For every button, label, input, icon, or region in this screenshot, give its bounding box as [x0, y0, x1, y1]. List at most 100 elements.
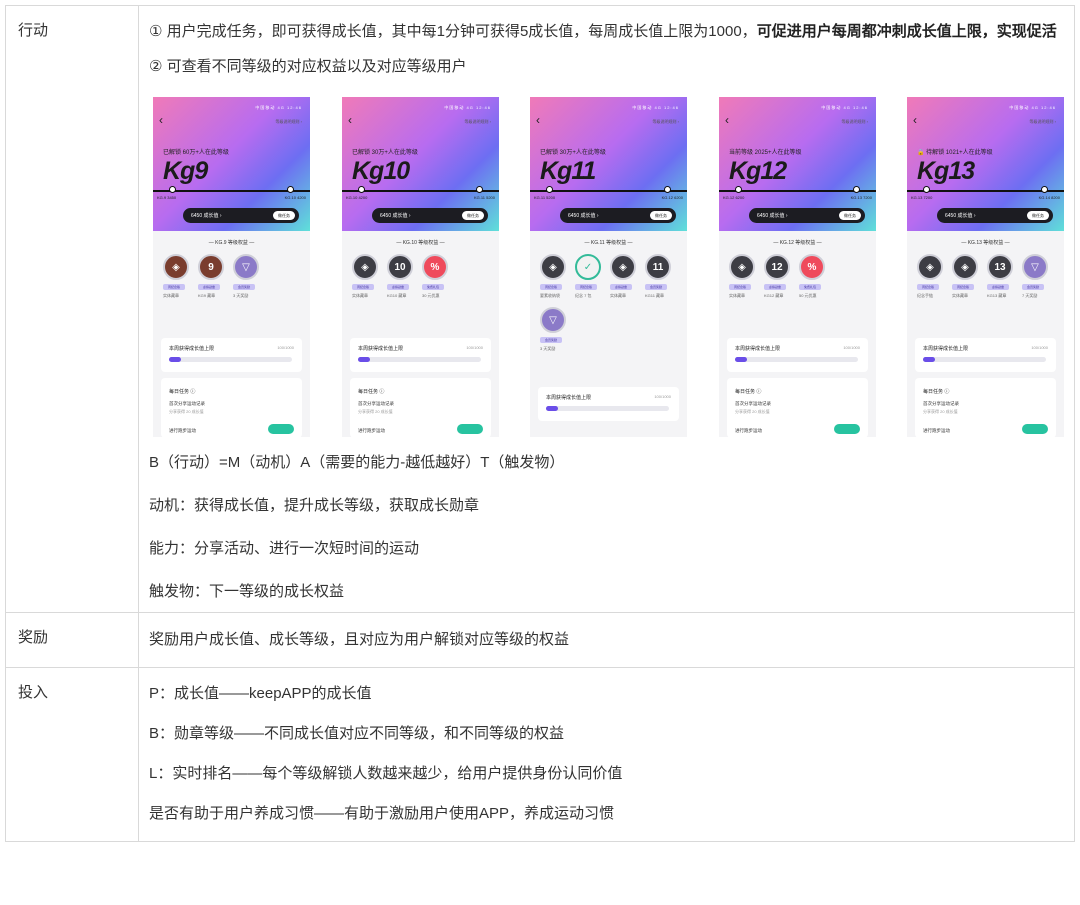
go-button[interactable]	[1022, 424, 1048, 434]
level-title: Kg9	[163, 157, 208, 185]
benefit-item[interactable]: ◈ 周纪念版 要素收纳袋	[540, 254, 569, 299]
benefit-desc: KG10 藏章	[387, 293, 407, 298]
task-sub: 分享获得 20 成长值	[169, 409, 204, 414]
task-item: 首次分享运动记录	[358, 401, 394, 406]
badge-icon: ◈	[952, 254, 978, 280]
back-icon[interactable]: ‹	[536, 113, 540, 127]
rules-link[interactable]: 等级说明规则 ›	[465, 119, 491, 125]
level-header: 中国移动 4G 12:46 ‹ 等级说明规则 › 已解锁 30万+人在此等级 Kg10 K…	[342, 97, 499, 231]
badge-icon: ▽	[1022, 254, 1048, 280]
benefit-item[interactable]: ◈ 周纪念版 实体藏章	[952, 254, 981, 299]
benefit-item[interactable]: ◈ 周纪念版 纪念手链	[917, 254, 946, 299]
benefit-item[interactable]: ◈ 周纪念版 实体藏章	[352, 254, 381, 299]
benefit-item[interactable]: % 免费礼包 30 元优惠	[422, 254, 451, 299]
level-state: 当前等级 2025+人在此等级	[729, 150, 802, 156]
level-node	[735, 186, 742, 193]
level-header: 中国移动 4G 12:46 ‹ 等级说明规则 › 已解锁 60万+人在此等级 Kg9 KG…	[153, 97, 310, 231]
back-icon[interactable]: ‹	[348, 113, 352, 127]
benefit-item[interactable]: ✓ 周纪念版 纪念 7 包	[575, 254, 604, 299]
benefit-item[interactable]: ◈ 周纪念版 实体藏章	[729, 254, 758, 299]
weekly-cap-count: 100/1000	[843, 345, 860, 350]
benefit-item[interactable]: ▽ 会员奖励 3 天奖励	[540, 307, 569, 352]
rules-link[interactable]: 等级说明规则 ›	[276, 119, 302, 125]
phone-screenshot: 中国移动 4G 12:46 ‹ 等级说明规则 › 🔒 待解锁 1021+人在此等级 Kg…	[907, 97, 1064, 437]
weekly-cap-card: 本周获得成长值上限 100/1000	[161, 338, 302, 372]
task-more: 进行跑步运动	[358, 428, 385, 433]
benefit-desc: 实体藏章	[952, 293, 968, 298]
daily-task-title: 每日任务 ⓘ	[358, 389, 385, 395]
level-ticks: KG.10 4200 KG.11 5200	[346, 195, 495, 200]
growth-value-pill[interactable]: 6450 成长值 › 做任务	[560, 208, 676, 223]
weekly-cap-bar	[735, 357, 858, 362]
benefit-item[interactable]: ▽ 会员奖励 7 天奖励	[1022, 254, 1051, 299]
daily-task-title: 每日任务 ⓘ	[923, 389, 950, 395]
benefit-item[interactable]: 12 虚拟勋章 KG12 藏章	[764, 254, 793, 299]
level-state: 已解锁 30万+人在此等级	[352, 150, 418, 156]
level-title: Kg11	[540, 157, 596, 185]
growth-value-pill[interactable]: 6450 成长值 › 做任务	[937, 208, 1053, 223]
benefit-tag: 周纪念版	[540, 284, 562, 290]
do-task-button[interactable]: 做任务	[462, 211, 484, 220]
paragraph-2: ② 可查看不同等级的对应权益以及对应等级用户	[149, 58, 467, 75]
weekly-cap-title: 本周获得成长值上限	[358, 346, 404, 352]
paragraph-bold: 可促进用户每周都冲刺成长值上限，实现促活	[756, 23, 1057, 40]
badge-icon: ◈	[917, 254, 943, 280]
level-node	[546, 186, 553, 193]
weekly-cap-fill	[169, 357, 182, 362]
ability-line: 能力：分享活动、进行一次短时间的运动	[149, 540, 420, 557]
benefit-desc: 3 天奖励	[233, 293, 249, 298]
go-button[interactable]	[268, 424, 294, 434]
benefit-tag: 虚拟勋章	[764, 284, 786, 290]
task-item: 首次分享运动记录	[923, 401, 959, 406]
benefit-badges: ◈ 周纪念版 实体藏章 12 虚拟勋章 KG12 藏章% 免费礼包 50 元优惠	[719, 246, 876, 299]
badge-icon: ▽	[233, 254, 259, 280]
motivation-line: 动机：获得成长值，提升成长等级，获取成长勋章	[149, 497, 480, 514]
growth-value-pill[interactable]: 6450 成长值 › 做任务	[372, 208, 488, 223]
back-icon[interactable]: ‹	[725, 113, 729, 127]
benefit-item[interactable]: ▽ 会员奖励 3 天奖励	[233, 254, 262, 299]
rules-link[interactable]: 等级说明规则 ›	[653, 119, 679, 125]
level-title: Kg13	[917, 157, 975, 185]
benefit-item[interactable]: 13 虚拟勋章 KG13 藏章	[987, 254, 1016, 299]
rules-link[interactable]: 等级说明规则 ›	[1030, 119, 1056, 125]
benefit-item[interactable]: 10 虚拟勋章 KG10 藏章	[387, 254, 416, 299]
level-title: Kg10	[352, 157, 410, 185]
badge-icon: ◈	[163, 254, 189, 280]
benefit-tag: 周纪念版	[575, 284, 597, 290]
weekly-cap-card: 本周获得成长值上限 100/1000	[915, 338, 1056, 372]
level-ticks: KG.9 3450 KG.10 4200	[157, 195, 306, 200]
level-node	[923, 186, 930, 193]
badge-icon: ✓	[575, 254, 601, 280]
task-more: 进行跑步运动	[923, 428, 950, 433]
tick-right: KG.14 8200	[1038, 195, 1060, 200]
growth-value-pill[interactable]: 6450 成长值 › 做任务	[183, 208, 299, 223]
back-icon[interactable]: ‹	[159, 113, 163, 127]
benefit-desc: KG11 藏章	[645, 293, 665, 298]
benefit-item[interactable]: 11 会员奖励 KG11 藏章	[645, 254, 674, 299]
benefit-item[interactable]: 9 虚拟勋章 KG9 藏章	[198, 254, 227, 299]
weekly-cap-fill	[923, 357, 936, 362]
benefit-item[interactable]: % 免费礼包 50 元优惠	[799, 254, 828, 299]
status-bar: 中国移动 4G 12:46	[444, 105, 491, 110]
do-task-button[interactable]: 做任务	[273, 211, 295, 220]
daily-task-title: 每日任务 ⓘ	[169, 389, 196, 395]
level-ticks: KG.11 5200 KG.12 6200	[534, 195, 683, 200]
do-task-button[interactable]: 做任务	[1027, 211, 1049, 220]
task-item: 首次分享运动记录	[169, 401, 205, 406]
rules-link[interactable]: 等级说明规则 ›	[842, 119, 868, 125]
benefit-item[interactable]: ◈ 虚拟勋章 实体藏章	[610, 254, 639, 299]
go-button[interactable]	[834, 424, 860, 434]
do-task-button[interactable]: 做任务	[839, 211, 861, 220]
tick-right: KG.10 4200	[284, 195, 306, 200]
benefits-title: — KG.12 等级权益 —	[773, 240, 822, 246]
level-ticks: KG.12 6200 KG.13 7200	[723, 195, 872, 200]
do-task-button[interactable]: 做任务	[650, 211, 672, 220]
level-header: 中国移动 4G 12:46 ‹ 等级说明规则 › 🔒 待解锁 1021+人在此等级 Kg…	[907, 97, 1064, 231]
benefit-item[interactable]: ◈ 周纪念版 实体藏章	[163, 254, 192, 299]
growth-value: 6450 成长值 ›	[945, 213, 976, 219]
task-item: 首次分享运动记录	[735, 401, 771, 406]
back-icon[interactable]: ‹	[913, 113, 917, 127]
growth-value-pill[interactable]: 6450 成长值 › 做任务	[749, 208, 865, 223]
benefit-tag: 会员奖励	[540, 337, 562, 343]
go-button[interactable]	[457, 424, 483, 434]
